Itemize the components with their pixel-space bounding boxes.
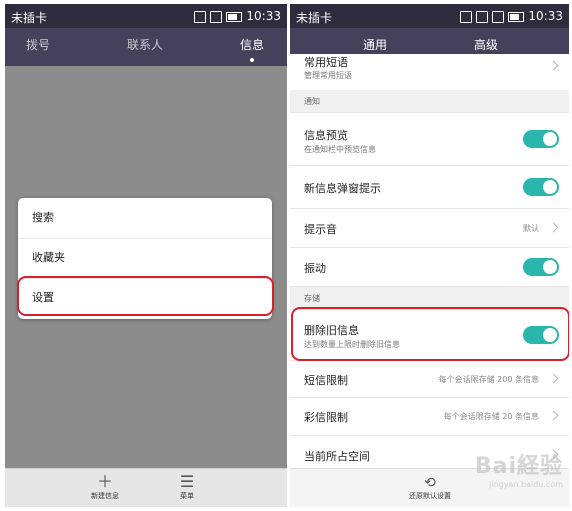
row-title: 提示音 — [304, 223, 337, 236]
new-message-button[interactable]: ＋ 新建信息 — [75, 473, 135, 501]
row-sound[interactable]: 提示音 默认 — [290, 209, 569, 248]
tab-label: 通用 — [362, 38, 387, 52]
chevron-right-icon — [548, 410, 559, 421]
row-value: 每个会话限存储 20 条信息 — [443, 412, 539, 421]
message-settings-screen: 未插卡 10:33 通用 高级 常用短语 管理常用短语 通知 信息预览 在通知栏… — [290, 4, 569, 507]
tab-label: 拨号 — [25, 38, 50, 52]
row-title: 信息预览 — [304, 129, 348, 142]
restore-label: 还原默认设置 — [409, 492, 451, 500]
row-title: 彩信限制 — [304, 411, 348, 424]
sim-icon — [476, 10, 489, 23]
battery-icon — [508, 11, 525, 22]
row-title: 常用短语 — [304, 56, 348, 69]
menu-item-favorites[interactable]: 收藏夹 — [18, 238, 272, 279]
tab-contacts[interactable]: 联系人 — [120, 28, 170, 66]
row-mms-limit[interactable]: 彩信限制 每个会话限存储 20 条信息 — [290, 398, 569, 436]
status-icons: 10:33 — [194, 9, 281, 23]
sim-icon-2 — [492, 10, 505, 23]
tab-label: 信息 — [239, 38, 264, 52]
chevron-right-icon — [548, 373, 559, 384]
restore-icon: ⟲ — [424, 475, 436, 491]
section-label: 存储 — [304, 294, 320, 303]
tab-messages[interactable]: 信息 — [227, 28, 277, 66]
toggle-knob — [543, 180, 557, 194]
bottom-toolbar: ＋ 新建信息 ☰ 菜单 — [5, 468, 287, 507]
section-notify: 通知 — [290, 90, 569, 113]
chevron-right-icon — [548, 222, 559, 233]
row-preview[interactable]: 信息预览 在通知栏中预览信息 — [290, 113, 569, 166]
status-bar: 未插卡 10:33 — [5, 4, 287, 28]
restore-defaults-button[interactable]: ⟲ 还原默认设置 — [400, 475, 460, 501]
popup-toggle[interactable] — [523, 178, 559, 196]
row-title: 短信限制 — [304, 374, 348, 387]
row-title: 当前所占空间 — [304, 450, 370, 463]
status-bar: 未插卡 10:33 — [290, 4, 569, 28]
messages-screen: 未插卡 10:33 拨号 联系人 信息 搜索 收藏夹 设置 ＋ 新建信息 ☰ 菜… — [5, 4, 287, 507]
tab-dialer[interactable]: 拨号 — [13, 28, 63, 66]
battery-icon — [226, 11, 243, 22]
row-common-phrases[interactable]: 常用短语 管理常用短语 — [290, 54, 569, 91]
signal-icon — [194, 10, 207, 23]
status-time: 10:33 — [246, 9, 281, 23]
row-subtitle: 管理常用短语 — [304, 71, 352, 80]
watermark-text: Bai経验 — [474, 454, 563, 479]
vibrate-toggle[interactable] — [523, 258, 559, 276]
baidu-watermark: Bai経验 jingyan.baidu.com — [475, 448, 563, 489]
delete-old-highlight-box — [291, 307, 569, 361]
preview-toggle[interactable] — [523, 130, 559, 148]
menu-icon: ☰ — [179, 472, 195, 491]
status-icons: 10:33 — [460, 9, 563, 23]
carrier-label: 未插卡 — [11, 11, 48, 25]
row-value: 默认 — [523, 224, 539, 233]
menu-item-search[interactable]: 搜索 — [18, 198, 272, 239]
sim-icon — [210, 10, 223, 23]
signal-icon — [460, 10, 473, 23]
active-tab-indicator — [250, 58, 254, 62]
carrier-label: 未插卡 — [296, 11, 333, 25]
row-vibrate[interactable]: 振动 — [290, 248, 569, 287]
row-sms-limit[interactable]: 短信限制 每个会话限存储 200 条信息 — [290, 361, 569, 398]
toggle-knob — [543, 260, 557, 274]
plus-icon: ＋ — [96, 472, 113, 491]
watermark-sub: jingyan.baidu.com — [489, 480, 563, 489]
tab-label: 联系人 — [126, 38, 163, 52]
row-subtitle: 在通知栏中预览信息 — [304, 145, 376, 154]
row-title: 新信息弹窗提示 — [304, 182, 381, 195]
tab-label: 高级 — [473, 38, 498, 52]
section-label: 通知 — [304, 97, 320, 106]
chevron-right-icon — [548, 60, 559, 71]
settings-highlight-box — [17, 276, 274, 316]
menu-button[interactable]: ☰ 菜单 — [157, 473, 217, 501]
row-value: 每个会话限存储 200 条信息 — [438, 375, 539, 384]
row-popup[interactable]: 新信息弹窗提示 — [290, 166, 569, 209]
menu-label: 菜单 — [180, 492, 194, 500]
status-time: 10:33 — [528, 9, 563, 23]
row-title: 振动 — [304, 262, 326, 275]
main-tabs: 拨号 联系人 信息 — [5, 28, 287, 66]
toggle-knob — [543, 132, 557, 146]
new-message-label: 新建信息 — [91, 492, 119, 500]
